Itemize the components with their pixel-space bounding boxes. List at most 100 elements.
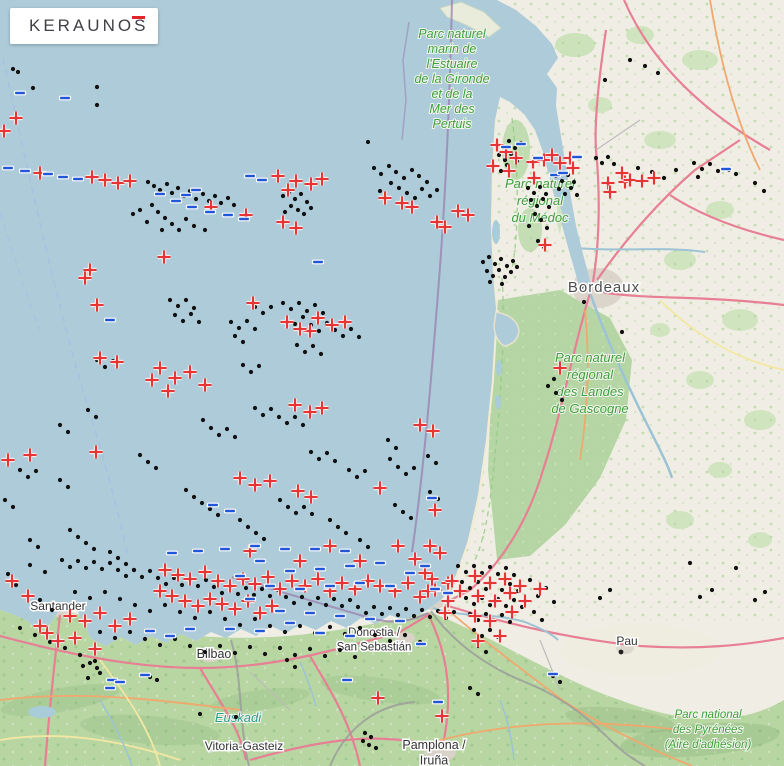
black-dot-marker[interactable] bbox=[526, 223, 532, 229]
black-dot-marker[interactable] bbox=[94, 665, 100, 671]
black-dot-marker[interactable] bbox=[183, 487, 189, 493]
black-dot-marker[interactable] bbox=[402, 632, 408, 638]
black-dot-marker[interactable] bbox=[159, 227, 165, 233]
black-dot-marker[interactable] bbox=[282, 209, 288, 215]
black-dot-marker[interactable] bbox=[433, 460, 439, 466]
black-dot-marker[interactable] bbox=[528, 197, 534, 203]
black-dot-marker[interactable] bbox=[310, 343, 316, 349]
black-dot-marker[interactable] bbox=[292, 321, 298, 327]
black-dot-marker[interactable] bbox=[508, 269, 514, 275]
black-dot-marker[interactable] bbox=[47, 639, 53, 645]
black-dot-marker[interactable] bbox=[244, 318, 250, 324]
black-dot-marker[interactable] bbox=[259, 586, 265, 592]
black-dot-marker[interactable] bbox=[373, 745, 379, 751]
black-dot-marker[interactable] bbox=[256, 363, 262, 369]
black-dot-marker[interactable] bbox=[507, 581, 513, 587]
blue-dash-marker[interactable] bbox=[323, 583, 337, 589]
black-dot-marker[interactable] bbox=[2, 497, 8, 503]
black-dot-marker[interactable] bbox=[102, 364, 108, 370]
black-dot-marker[interactable] bbox=[307, 601, 313, 607]
black-dot-marker[interactable] bbox=[372, 632, 378, 638]
black-dot-marker[interactable] bbox=[487, 564, 493, 570]
black-dot-marker[interactable] bbox=[37, 597, 43, 603]
black-dot-marker[interactable] bbox=[87, 595, 93, 601]
black-dot-marker[interactable] bbox=[228, 319, 234, 325]
black-dot-marker[interactable] bbox=[32, 632, 38, 638]
black-dot-marker[interactable] bbox=[295, 207, 301, 213]
black-dot-marker[interactable] bbox=[145, 459, 151, 465]
black-dot-marker[interactable] bbox=[316, 456, 322, 462]
black-dot-marker[interactable] bbox=[387, 456, 393, 462]
black-dot-marker[interactable] bbox=[147, 568, 153, 574]
black-dot-marker[interactable] bbox=[356, 334, 362, 340]
black-dot-marker[interactable] bbox=[487, 279, 493, 285]
black-dot-marker[interactable] bbox=[404, 190, 410, 196]
black-dot-marker[interactable] bbox=[237, 622, 243, 628]
blue-dash-marker[interactable] bbox=[165, 550, 179, 556]
black-dot-marker[interactable] bbox=[232, 434, 238, 440]
black-dot-marker[interactable] bbox=[471, 601, 477, 607]
blue-dash-marker[interactable] bbox=[570, 154, 584, 160]
black-dot-marker[interactable] bbox=[294, 342, 300, 348]
black-dot-marker[interactable] bbox=[498, 256, 504, 262]
black-dot-marker[interactable] bbox=[507, 619, 513, 625]
blue-dash-marker[interactable] bbox=[1, 165, 15, 171]
blue-dash-marker[interactable] bbox=[113, 679, 127, 685]
black-dot-marker[interactable] bbox=[498, 168, 504, 174]
black-dot-marker[interactable] bbox=[77, 652, 83, 658]
black-dot-marker[interactable] bbox=[260, 310, 266, 316]
black-dot-marker[interactable] bbox=[308, 449, 314, 455]
black-dot-marker[interactable] bbox=[581, 299, 587, 305]
black-dot-marker[interactable] bbox=[33, 468, 39, 474]
blue-dash-marker[interactable] bbox=[303, 610, 317, 616]
black-dot-marker[interactable] bbox=[207, 609, 213, 615]
black-dot-marker[interactable] bbox=[25, 474, 31, 480]
black-dot-marker[interactable] bbox=[304, 199, 310, 205]
black-dot-marker[interactable] bbox=[94, 84, 100, 90]
black-dot-marker[interactable] bbox=[197, 711, 203, 717]
black-dot-marker[interactable] bbox=[262, 651, 268, 657]
black-dot-marker[interactable] bbox=[277, 497, 283, 503]
black-dot-marker[interactable] bbox=[525, 185, 531, 191]
blue-dash-marker[interactable] bbox=[263, 583, 277, 589]
black-dot-marker[interactable] bbox=[280, 300, 286, 306]
black-dot-marker[interactable] bbox=[335, 524, 341, 530]
black-dot-marker[interactable] bbox=[252, 326, 258, 332]
black-dot-marker[interactable] bbox=[532, 211, 538, 217]
black-dot-marker[interactable] bbox=[483, 611, 489, 617]
black-dot-marker[interactable] bbox=[635, 165, 641, 171]
blue-dash-marker[interactable] bbox=[185, 204, 199, 210]
black-dot-marker[interactable] bbox=[495, 571, 501, 577]
blue-dash-marker[interactable] bbox=[138, 672, 152, 678]
black-dot-marker[interactable] bbox=[153, 465, 159, 471]
black-dot-marker[interactable] bbox=[253, 530, 259, 536]
black-dot-marker[interactable] bbox=[72, 589, 78, 595]
black-dot-marker[interactable] bbox=[42, 569, 48, 575]
black-dot-marker[interactable] bbox=[288, 306, 294, 312]
black-dot-marker[interactable] bbox=[511, 597, 517, 603]
black-dot-marker[interactable] bbox=[293, 510, 299, 516]
black-dot-marker[interactable] bbox=[363, 610, 369, 616]
black-dot-marker[interactable] bbox=[411, 613, 417, 619]
black-dot-marker[interactable] bbox=[568, 185, 574, 191]
black-dot-marker[interactable] bbox=[276, 414, 282, 420]
black-dot-marker[interactable] bbox=[733, 171, 739, 177]
black-dot-marker[interactable] bbox=[207, 506, 213, 512]
black-dot-marker[interactable] bbox=[99, 566, 105, 572]
black-dot-marker[interactable] bbox=[752, 597, 758, 603]
black-dot-marker[interactable] bbox=[427, 193, 433, 199]
blue-dash-marker[interactable] bbox=[556, 170, 570, 176]
black-dot-marker[interactable] bbox=[695, 174, 701, 180]
black-dot-marker[interactable] bbox=[291, 600, 297, 606]
black-dot-marker[interactable] bbox=[365, 139, 371, 145]
black-dot-marker[interactable] bbox=[27, 537, 33, 543]
black-dot-marker[interactable] bbox=[83, 565, 89, 571]
blue-dash-marker[interactable] bbox=[308, 546, 322, 552]
black-dot-marker[interactable] bbox=[571, 179, 577, 185]
blue-dash-marker[interactable] bbox=[183, 626, 197, 632]
black-dot-marker[interactable] bbox=[157, 187, 163, 193]
black-dot-marker[interactable] bbox=[387, 605, 393, 611]
black-dot-marker[interactable] bbox=[332, 458, 338, 464]
blue-dash-marker[interactable] bbox=[58, 95, 72, 101]
black-dot-marker[interactable] bbox=[761, 188, 767, 194]
